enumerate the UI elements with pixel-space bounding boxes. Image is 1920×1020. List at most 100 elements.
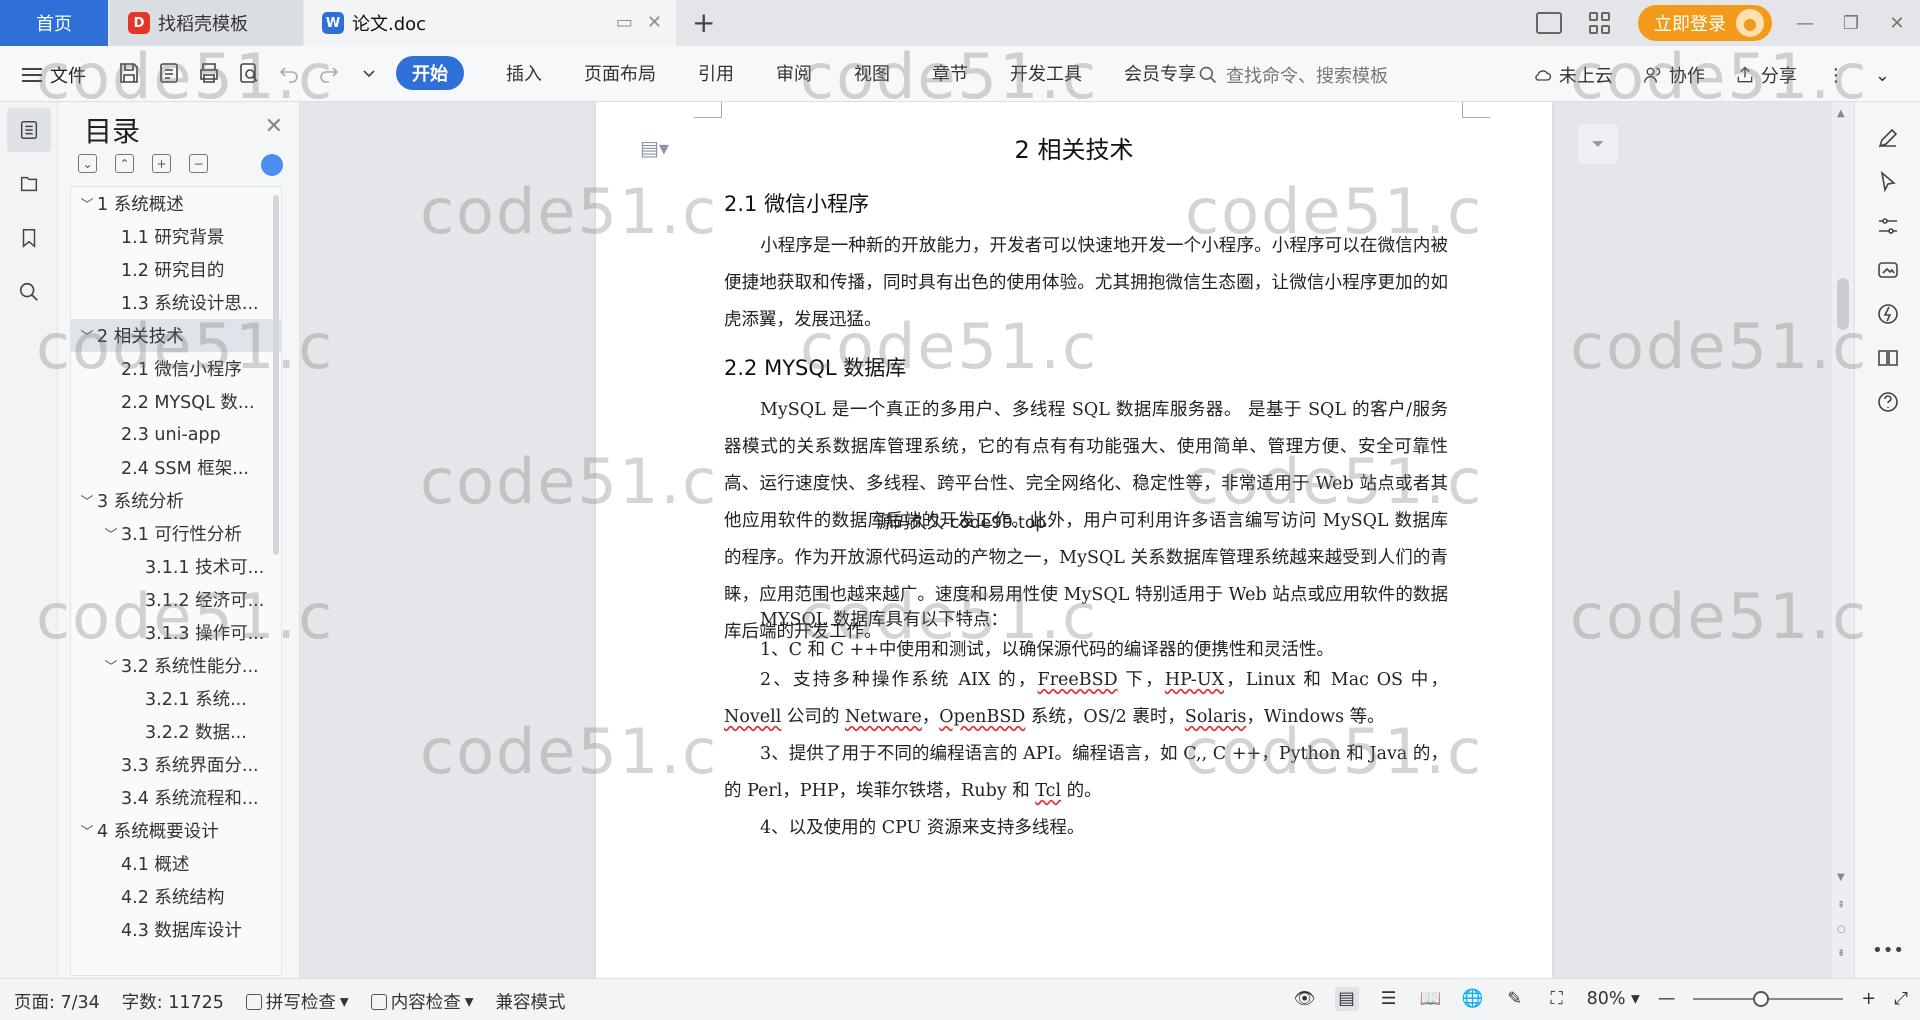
collapse-ribbon-icon[interactable]: ⌄: [1875, 65, 1890, 86]
close-window-icon[interactable]: ✕: [1874, 13, 1920, 34]
toc-item[interactable]: 3.1.1 技术可...: [71, 550, 281, 583]
zoom-slider[interactable]: [1693, 991, 1844, 1007]
page-filter-icon[interactable]: ⏷: [1578, 124, 1618, 164]
ribbon-tab[interactable]: 视图: [854, 56, 890, 90]
toc-item[interactable]: 3.4 系统流程和...: [71, 781, 281, 814]
fit-page-icon[interactable]: ⛶: [1545, 987, 1569, 1011]
chevron-down-icon[interactable]: ﹀: [77, 491, 97, 510]
undo-icon[interactable]: [276, 60, 302, 86]
translate-icon[interactable]: [1874, 300, 1902, 328]
apps-grid-icon[interactable]: [1586, 12, 1612, 34]
file-menu[interactable]: 文件: [22, 62, 86, 88]
eye-protection-icon[interactable]: 👁: [1293, 987, 1317, 1011]
toc-item[interactable]: 4.3 数据库设计: [71, 913, 281, 946]
bookmark-button[interactable]: [7, 216, 51, 260]
new-tab-button[interactable]: +: [692, 6, 715, 39]
toc-item[interactable]: 3.3 系统界面分...: [71, 748, 281, 781]
chevron-down-icon[interactable]: ﹀: [77, 194, 97, 213]
toc-item[interactable]: ﹀ 3 系统分析: [71, 484, 281, 517]
cloud-status-button[interactable]: 未上云: [1533, 62, 1613, 88]
content-check-button[interactable]: 内容检查 ▾: [370, 989, 474, 1014]
chevron-down-icon[interactable]: ﹀: [77, 821, 97, 840]
chapter-nav-button[interactable]: [7, 162, 51, 206]
toc-item[interactable]: ﹀ 4 系统概要设计: [71, 814, 281, 847]
toc-item[interactable]: 1.1 研究背景: [71, 220, 281, 253]
screen-icon[interactable]: ▭: [616, 12, 633, 33]
toc-item[interactable]: 1.3 系统设计思...: [71, 286, 281, 319]
ribbon-tab[interactable]: 引用: [698, 56, 734, 90]
zoom-in-icon[interactable]: +: [1861, 989, 1876, 1009]
quick-access-dropdown-icon[interactable]: [356, 60, 382, 86]
toc-item[interactable]: 2.1 微信小程序: [71, 352, 281, 385]
close-icon[interactable]: ✕: [265, 114, 283, 139]
toc-item[interactable]: 3.2.2 数据...: [71, 715, 281, 748]
remove-heading-icon[interactable]: −: [189, 154, 208, 173]
print-icon[interactable]: [196, 60, 222, 86]
chevron-down-icon[interactable]: ﹀: [101, 656, 121, 675]
reading-view-icon[interactable]: 📖: [1419, 987, 1443, 1011]
ribbon-tab[interactable]: 会员专享: [1124, 56, 1196, 90]
toc-item[interactable]: ﹀ 2 相关技术: [71, 319, 281, 352]
toc-item[interactable]: 3.2.1 系统...: [71, 682, 281, 715]
pen-icon[interactable]: [1874, 124, 1902, 152]
word-count[interactable]: 字数: 11725: [122, 989, 224, 1014]
page-count[interactable]: 页面: 7/34: [14, 989, 100, 1014]
toc-item[interactable]: ﹀ 3.2 系统性能分...: [71, 649, 281, 682]
ribbon-tab[interactable]: 插入: [506, 56, 542, 90]
toc-item[interactable]: ﹀ 3.1 可行性分析: [71, 517, 281, 550]
adjust-icon[interactable]: [1874, 212, 1902, 240]
ribbon-tab[interactable]: 页面布局: [584, 56, 656, 90]
close-tab-icon[interactable]: ✕: [647, 12, 662, 33]
toc-scrollbar[interactable]: [273, 195, 279, 555]
chevron-down-icon[interactable]: ﹀: [101, 524, 121, 543]
layout-toggle-icon[interactable]: [1536, 12, 1562, 34]
ribbon-tab[interactable]: 开发工具: [1010, 56, 1082, 90]
command-search[interactable]: 查找命令、搜索模板: [1198, 62, 1388, 88]
help-icon[interactable]: [1874, 388, 1902, 416]
scroll-up-icon[interactable]: ▲: [1837, 108, 1845, 119]
toc-item[interactable]: ﹀ 1 系统概述: [71, 187, 281, 220]
toc-item[interactable]: 3.1.2 经济可...: [71, 583, 281, 616]
more-options-icon[interactable]: ⋮: [1827, 65, 1845, 86]
export-pdf-icon[interactable]: [156, 60, 182, 86]
tab-document[interactable]: W 论文.doc ▭ ✕: [304, 0, 676, 46]
scrollbar-thumb[interactable]: [1837, 278, 1849, 330]
toc-view-button[interactable]: [7, 108, 51, 152]
zoom-out-icon[interactable]: —: [1658, 989, 1676, 1009]
spell-check-button[interactable]: 拼写检查 ▾: [245, 989, 349, 1014]
read-mode-icon[interactable]: [1874, 344, 1902, 372]
expand-all-icon[interactable]: ⌄: [78, 154, 97, 173]
login-button[interactable]: 立即登录 ●: [1638, 5, 1772, 41]
chevron-down-icon[interactable]: ﹀: [77, 326, 97, 345]
share-button[interactable]: 分享: [1735, 62, 1797, 88]
page-view-icon[interactable]: ▤: [1334, 987, 1359, 1011]
scroll-down-icon[interactable]: ▼: [1837, 872, 1845, 883]
toc-item[interactable]: 2.3 uni-app: [71, 418, 281, 451]
toc-item[interactable]: 3.1.3 操作可...: [71, 616, 281, 649]
prev-page-icon[interactable]: ⇞: [1837, 900, 1845, 911]
vertical-scrollbar[interactable]: ▲ ▼ ⇞ ○ ⇟: [1832, 102, 1854, 978]
fullscreen-icon[interactable]: ⤢: [1894, 989, 1908, 1009]
toc-item[interactable]: 2.4 SSM 框架...: [71, 451, 281, 484]
select-browse-icon[interactable]: ○: [1837, 924, 1846, 935]
zoom-level[interactable]: 80% ▾: [1587, 989, 1640, 1009]
cursor-icon[interactable]: [1874, 168, 1902, 196]
outline-view-icon[interactable]: ☰: [1377, 987, 1401, 1011]
write-mode-icon[interactable]: ✎: [1503, 987, 1527, 1011]
toc-item[interactable]: 4.1 概述: [71, 847, 281, 880]
next-page-icon[interactable]: ⇟: [1837, 948, 1845, 959]
ai-assistant-icon[interactable]: [261, 154, 283, 176]
tab-home[interactable]: 首页: [0, 0, 108, 46]
collaborate-button[interactable]: 协作: [1643, 62, 1705, 88]
restore-icon[interactable]: ❐: [1828, 13, 1874, 34]
ribbon-tab[interactable]: 审阅: [776, 56, 812, 90]
ribbon-tab[interactable]: 章节: [932, 56, 968, 90]
redo-icon[interactable]: [316, 60, 342, 86]
toc-item[interactable]: 1.2 研究目的: [71, 253, 281, 286]
image-edit-icon[interactable]: [1874, 256, 1902, 284]
tab-template-store[interactable]: D 找稻壳模板: [110, 0, 302, 46]
web-view-icon[interactable]: 🌐: [1461, 987, 1485, 1011]
print-preview-icon[interactable]: [236, 60, 262, 86]
add-heading-icon[interactable]: +: [152, 154, 171, 173]
toc-item[interactable]: 2.2 MYSQL 数...: [71, 385, 281, 418]
